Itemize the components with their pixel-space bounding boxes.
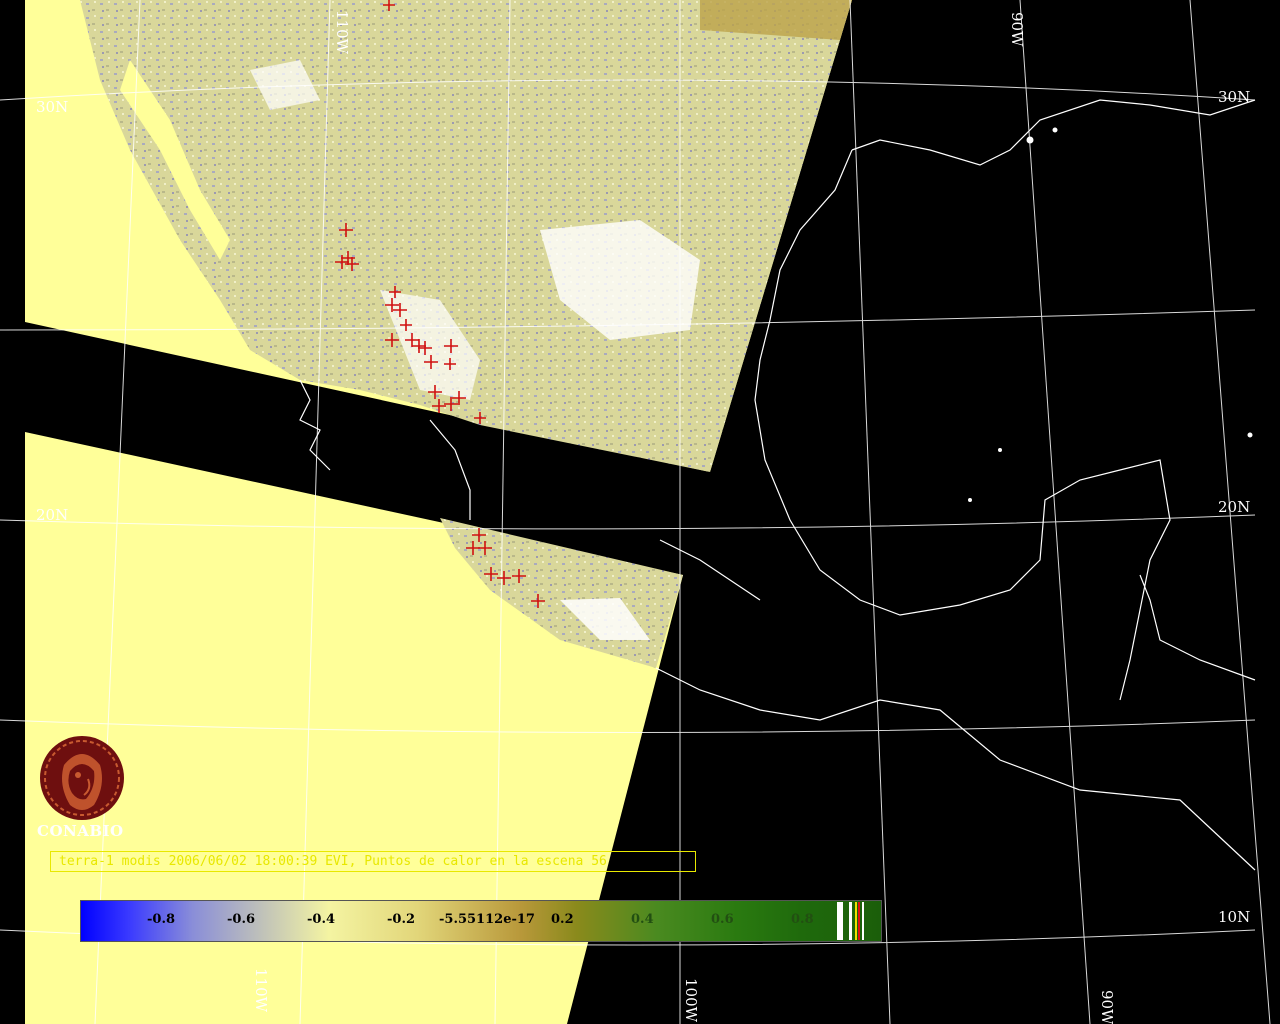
- colorbar-tick: -0.4: [307, 912, 336, 927]
- colorbar-tick: 0.6: [711, 912, 734, 927]
- colorbar-white-stripe: [837, 902, 843, 940]
- colorbar-white-stripe: [862, 902, 864, 940]
- colorbar-tick: -0.8: [147, 912, 176, 927]
- colorbar-white-stripe: [849, 902, 852, 940]
- lon-label-110w-bottom: 110W: [252, 968, 270, 1013]
- colorbar-red-stripe: [858, 902, 860, 940]
- colorbar-tick: -0.6: [227, 912, 256, 927]
- colorbar-tick: 0.2: [551, 912, 574, 927]
- lon-label-90w-bottom: 90W: [1098, 990, 1116, 1024]
- lon-label-110w-top: 110W: [333, 10, 351, 55]
- colorbar-tick: -5.55112e-17: [439, 912, 535, 927]
- lon-label-100w-bottom: 100W: [682, 978, 700, 1023]
- colorbar-tick: 0.8: [791, 912, 814, 927]
- lat-label-20n-east: 20N: [1218, 498, 1250, 516]
- colorbar-tick: -0.2: [387, 912, 416, 927]
- conabio-logo-text: CONABIO: [37, 822, 124, 840]
- colorbar: -0.8 -0.6 -0.4 -0.2 -5.55112e-17 0.2 0.4…: [80, 900, 882, 942]
- lat-label-10n-east: 10N: [1218, 908, 1250, 926]
- lat-label-20n-west: 20N: [36, 506, 68, 524]
- lon-label-90w-top: 90W: [1008, 12, 1026, 47]
- scene-caption: terra-1 modis 2006/06/02 18:00:39 EVI, P…: [50, 851, 696, 872]
- colorbar-tick: 0.4: [631, 912, 654, 927]
- colorbar-yellow-stripe: [855, 902, 857, 940]
- lat-label-30n-east: 30N: [1218, 88, 1250, 106]
- lat-label-30n-west: 30N: [36, 98, 68, 116]
